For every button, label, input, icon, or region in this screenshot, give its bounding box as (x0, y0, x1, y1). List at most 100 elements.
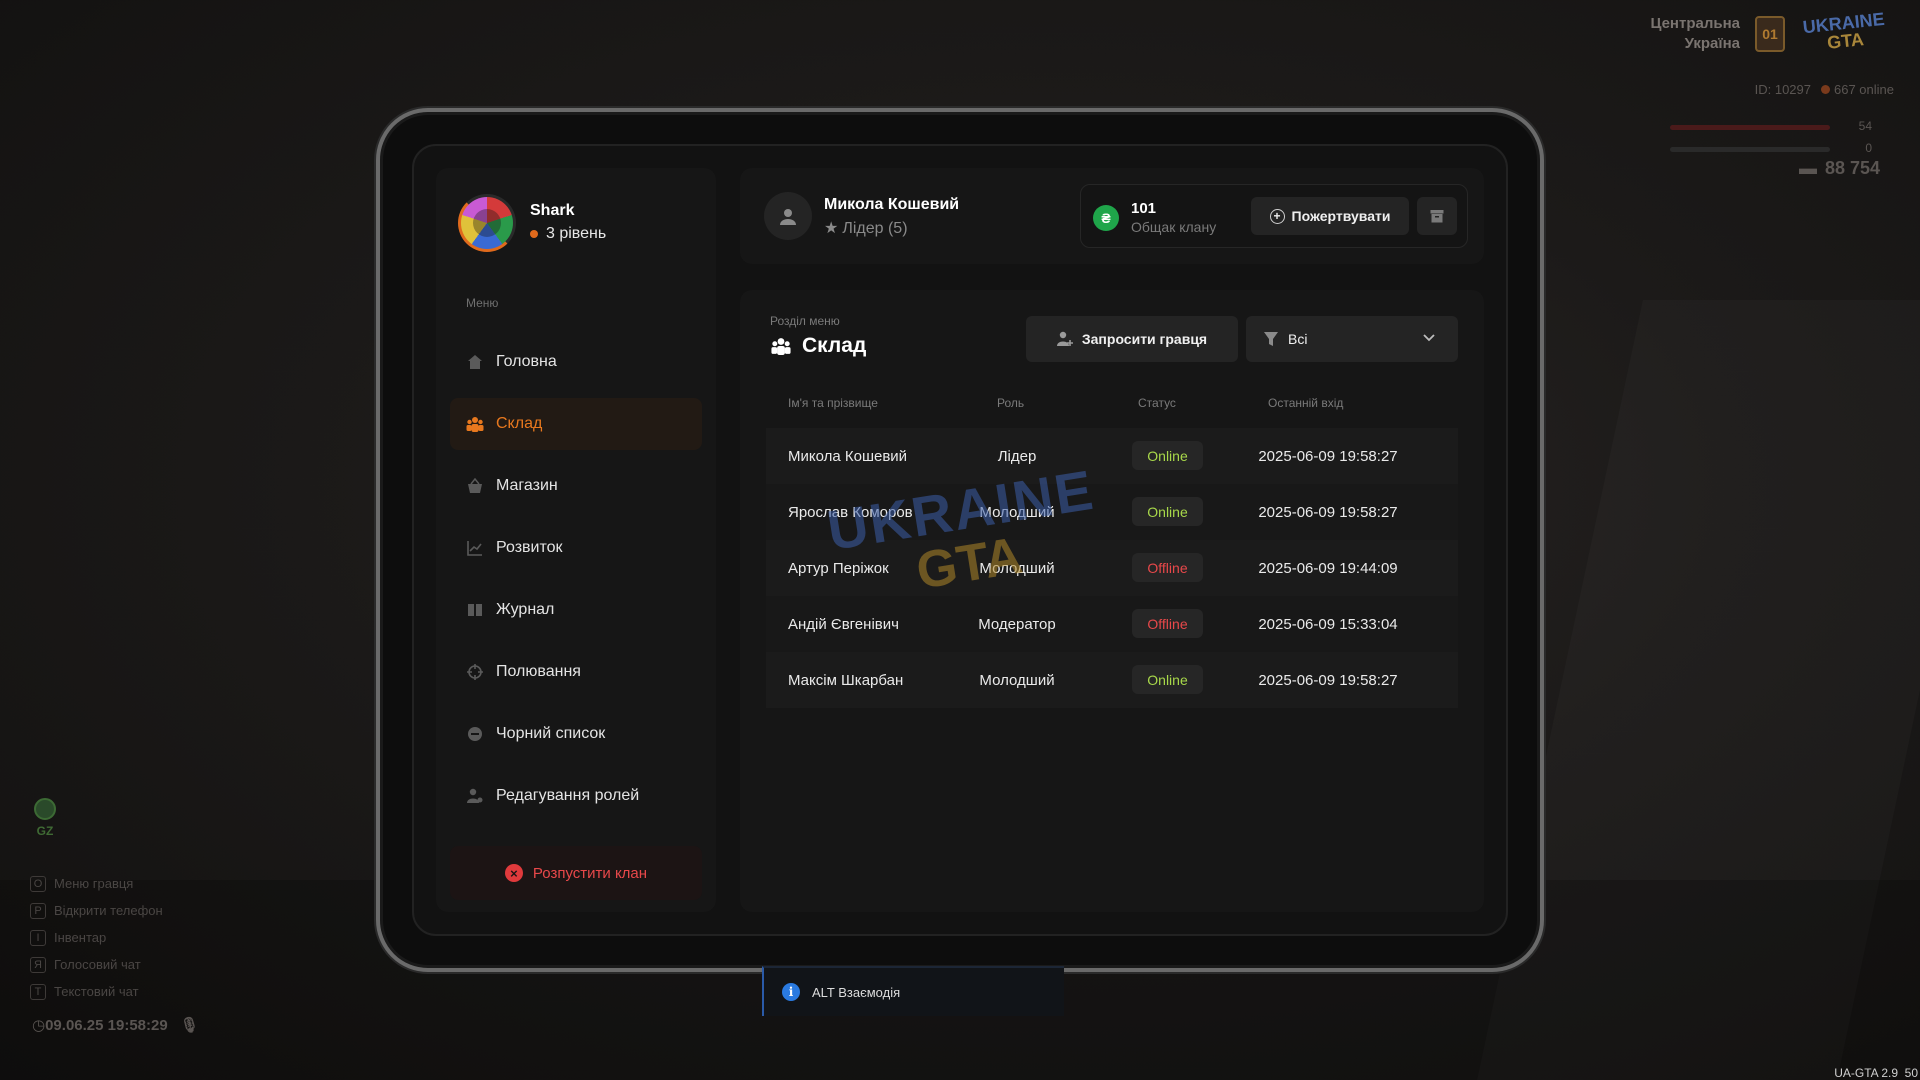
table-row[interactable]: Максім Шкарбан Молодший Online 2025-06-0… (766, 652, 1458, 708)
leader-role-text: Лідер (5) (842, 220, 908, 237)
member-last-login: 2025-06-09 19:58:27 (1258, 671, 1398, 689)
shield-icon (34, 798, 56, 820)
hud-datetime: 09.06.25 19:58:29 (45, 1017, 168, 1034)
chart-icon (466, 539, 484, 557)
members-panel: Розділ меню Склад Запросити гравця Всі І… (740, 290, 1484, 912)
microphone-icon: 🎙 (179, 1017, 199, 1034)
profile-level: 3 рівень (530, 225, 606, 243)
sidebar-item-shop[interactable]: Магазин (450, 460, 702, 512)
block-icon (466, 725, 484, 743)
column-last-login: Останній вхід (1268, 396, 1344, 410)
hud-region: Центральна Україна (1650, 14, 1740, 54)
sidebar-item-hunting[interactable]: Полювання (450, 646, 702, 698)
sidebar-item-label: Головна (496, 353, 557, 370)
table-row[interactable]: Андій Євгенівич Модератор Offline 2025-0… (766, 596, 1458, 652)
sidebar-nav: Головна Склад Магазин Розвиток Журнал По… (450, 336, 702, 832)
leader-name: Микола Кошевий (824, 196, 960, 213)
member-last-login: 2025-06-09 19:44:09 (1258, 559, 1398, 577)
member-last-login: 2025-06-09 19:58:27 (1258, 447, 1398, 465)
table-row[interactable]: Микола Кошевий Лідер Online 2025-06-09 1… (766, 428, 1458, 484)
member-name: Максім Шкарбан (788, 671, 904, 689)
keyhint-item: Я Голосовий чат (30, 951, 163, 978)
sidebar-item-home[interactable]: Головна (450, 336, 702, 388)
sidebar-item-blacklist[interactable]: Чорний список (450, 708, 702, 760)
role-filter-select[interactable]: Всі (1246, 316, 1458, 362)
sidebar-item-label: Магазин (496, 477, 558, 494)
status-badge: Offline (1132, 609, 1203, 638)
invite-player-button[interactable]: Запросити гравця (1026, 316, 1238, 362)
sidebar-item-members[interactable]: Склад (450, 398, 702, 450)
health-value: 54 (1858, 119, 1872, 133)
hud-clock: ◷09.06.25 19:58:29 🎙 (32, 1016, 199, 1034)
server-logo: UKRAINE GTA (1788, 8, 1902, 63)
disband-clan-button[interactable]: × Розпустити клан (450, 846, 702, 900)
online-count: 667 online (1834, 82, 1894, 97)
page-title: Склад (770, 334, 866, 358)
interaction-prompt: i ALT Взаємодія (762, 966, 1064, 1016)
info-icon: i (782, 983, 800, 1001)
user-edit-icon (466, 787, 484, 805)
avatar (458, 194, 516, 252)
member-role: Молодший (979, 559, 1055, 577)
menu-label: Меню (466, 296, 499, 310)
keyhint-label: Голосовий чат (54, 957, 141, 972)
add-user-icon (1056, 331, 1073, 347)
chevron-down-icon (1422, 331, 1436, 345)
online-dot-icon (1821, 85, 1830, 94)
archive-button[interactable] (1417, 197, 1457, 235)
section-label: Розділ меню (770, 314, 840, 328)
key-hints: O Меню гравця P Відкрити телефон I Інвентар… (30, 870, 163, 1005)
table-row[interactable]: Артур Періжок Молодший Offline 2025-06-0… (766, 540, 1458, 596)
money-icon: ▬ (1798, 158, 1817, 178)
member-name: Ярослав Коморов (788, 503, 913, 521)
member-name: Артур Періжок (788, 559, 889, 577)
members-table: Микола Кошевий Лідер Online 2025-06-09 1… (766, 428, 1458, 708)
clock-icon: ◷ (32, 1017, 46, 1034)
clan-header: Микола Кошевий ★ Лідер (5) ₴ 101 Общак кл… (740, 168, 1484, 264)
close-icon: × (504, 864, 523, 882)
table-row[interactable]: Ярослав Коморов Молодший Online 2025-06-… (766, 484, 1458, 540)
sidebar-item-label: Чорний список (496, 725, 606, 742)
keyhint-label: Інвентар (54, 930, 107, 945)
sidebar-item-label: Полювання (496, 663, 581, 680)
page-title-text: Склад (802, 334, 867, 357)
status-badge: Online (1132, 497, 1203, 526)
basket-icon (466, 477, 484, 495)
leader-role: ★ Лідер (5) (824, 218, 908, 238)
game-version: UA-GTA 2.9 (1834, 1066, 1898, 1080)
armor-value: 0 (1865, 141, 1872, 155)
star-icon: ★ (824, 220, 839, 237)
column-name: Ім'я та прізвище (788, 396, 878, 410)
home-icon (466, 353, 484, 371)
member-role: Лідер (997, 447, 1037, 465)
keyhint-item: T Текстовий чат (30, 978, 163, 1005)
interaction-label: ALT Взаємодія (812, 984, 901, 1000)
keyhint-key: I (30, 929, 46, 946)
region-badge: 01 (1755, 16, 1785, 52)
bank-label: Общак клану (1131, 219, 1217, 235)
sidebar-item-label: Журнал (496, 601, 555, 618)
donate-button[interactable]: + Пожертвувати (1251, 197, 1409, 235)
armor-bar (1670, 147, 1830, 152)
profile-name: Shark (530, 202, 575, 219)
hud-id-line: ID: 10297 667 online (1755, 82, 1894, 97)
member-name: Микола Кошевий (788, 447, 908, 465)
green-zone-indicator: GZ (30, 798, 60, 838)
sidebar-item-label: Склад (496, 415, 543, 432)
keyhint-key: T (30, 983, 46, 1000)
user-avatar-icon (764, 192, 812, 240)
currency-icon: ₴ (1093, 205, 1119, 231)
sidebar-item-roles[interactable]: Редагування ролей (450, 770, 702, 822)
player-id: ID: 10297 (1754, 82, 1811, 97)
keyhint-key: Я (30, 956, 46, 973)
sidebar-item-development[interactable]: Розвиток (450, 522, 702, 574)
keyhint-key: O (30, 875, 46, 892)
book-icon (466, 601, 484, 619)
level-dot-icon (530, 230, 538, 238)
money-value: 88 754 (1824, 158, 1880, 178)
member-role: Модератор (978, 615, 1056, 633)
donate-label: Пожертвувати (1291, 208, 1391, 224)
health-bar (1670, 125, 1830, 130)
bank-amount: 101 (1131, 200, 1157, 217)
sidebar-item-journal[interactable]: Журнал (450, 584, 702, 636)
